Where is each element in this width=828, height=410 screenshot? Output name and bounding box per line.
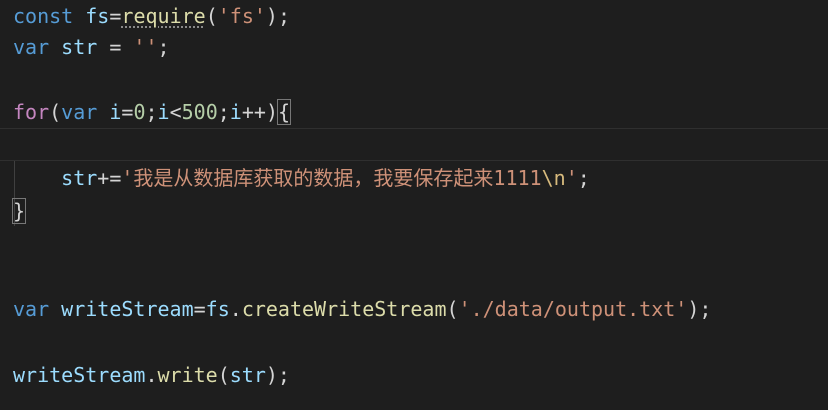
semicolon: ; (217, 100, 230, 124)
semicolon: ; (577, 166, 590, 190)
identifier-str: str (61, 166, 98, 190)
semicolon: ; (145, 100, 158, 124)
number-literal: 0 (133, 100, 146, 124)
paren-close: ); (687, 297, 712, 321)
identifier-writeStream: writeStream (61, 297, 194, 321)
code-line-5[interactable] (0, 128, 828, 161)
identifier-i: i (229, 100, 242, 124)
operator: = (193, 297, 206, 321)
identifier-str: str (229, 363, 266, 387)
paren-open: ( (217, 363, 230, 387)
dot: . (229, 297, 242, 321)
paren-open: ( (205, 4, 218, 28)
identifier-i: i (109, 100, 122, 124)
code-editor[interactable]: const fs=require('fs'); var str = ''; fo… (0, 0, 828, 410)
function-write: write (157, 363, 218, 387)
code-line-10[interactable]: var writeStream=fs.createWriteStream('./… (0, 293, 828, 326)
operator: = (97, 35, 134, 59)
operator: < (169, 100, 182, 124)
paren-close: ) (265, 100, 278, 124)
string-literal: '' (133, 35, 158, 59)
code-line-7[interactable]: } (0, 195, 828, 228)
brace-open: { (276, 99, 292, 125)
paren-open: ( (446, 297, 459, 321)
string-quote: ' (565, 166, 578, 190)
keyword-var: var (13, 297, 50, 321)
code-line-6[interactable]: str+='我是从数据库获取的数据，我要保存起来1111\n'; (0, 162, 828, 195)
code-line-4[interactable]: for(var i=0;i<500;i++){ (0, 96, 828, 129)
identifier-i: i (157, 100, 170, 124)
paren-close: ); (265, 4, 291, 28)
function-require: require (121, 4, 206, 28)
escape-sequence: \n (541, 166, 566, 190)
paren-close: ); (265, 363, 290, 387)
code-line-1[interactable]: const fs=require('fs'); (0, 0, 828, 33)
operator: = (109, 4, 122, 28)
brace-close: } (11, 198, 27, 224)
keyword-const: const (13, 4, 74, 28)
code-line-2[interactable]: var str = ''; (0, 31, 828, 64)
keyword-for: for (13, 100, 50, 124)
operator: += (97, 166, 122, 190)
identifier-str: str (61, 35, 98, 59)
code-line-12[interactable]: writeStream.write(str); (0, 359, 828, 392)
keyword-var: var (13, 35, 50, 59)
identifier-fs: fs (205, 297, 230, 321)
number-literal: 500 (181, 100, 218, 124)
keyword-var: var (61, 100, 98, 124)
string-literal: 'fs' (217, 4, 266, 28)
string-literal: './data/output.txt' (458, 297, 688, 321)
identifier-writeStream: writeStream (13, 363, 146, 387)
operator: = (121, 100, 134, 124)
identifier-fs: fs (85, 4, 110, 28)
string-literal: '我是从数据库获取的数据，我要保存起来1111 (121, 166, 542, 190)
paren-open: ( (49, 100, 62, 124)
semicolon: ; (157, 35, 170, 59)
dot: . (145, 363, 158, 387)
operator: ++ (241, 100, 266, 124)
function-createWriteStream: createWriteStream (241, 297, 447, 321)
